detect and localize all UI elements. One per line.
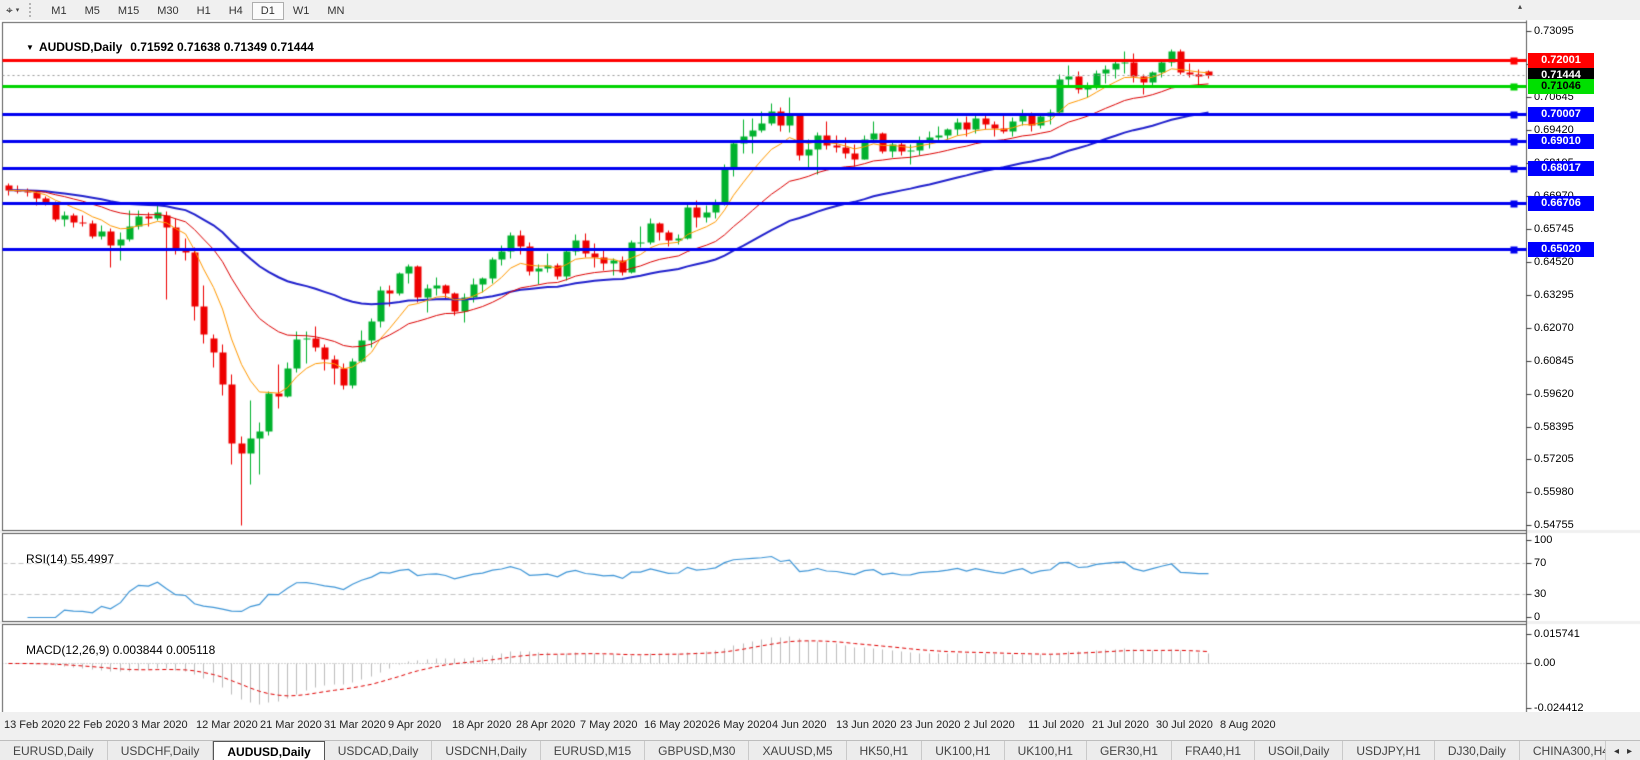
timeframe-button-d1[interactable]: D1 (252, 2, 284, 20)
chart-symbol-label: AUDUSD,Daily (39, 40, 122, 54)
chart-tab-fra40-h1[interactable]: FRA40,H1 (1172, 741, 1255, 760)
timeframe-button-h1[interactable]: H1 (188, 2, 220, 20)
price-axis-tick: 0.65745 (1534, 222, 1574, 236)
toolbar-grip (29, 3, 38, 17)
price-badge: 0.69010 (1528, 134, 1594, 149)
timeframe-button-m1[interactable]: M1 (42, 2, 75, 20)
macd-axis-tick: 0.00 (1534, 656, 1555, 670)
price-axis-tick: 0.60845 (1534, 354, 1574, 368)
price-axis-tick: 0.58395 (1534, 420, 1574, 434)
tab-scroll-left-icon[interactable]: ◂ (1610, 746, 1623, 757)
timeframe-toolbar: ⌖ ▾ M1M5M15M30H1H4D1W1MN ▴ (0, 0, 1640, 21)
chart-tab-usdchf-daily[interactable]: USDCHF,Daily (108, 741, 214, 760)
timeframe-button-w1[interactable]: W1 (284, 2, 319, 20)
date-axis-label: 4 Jun 2020 (772, 719, 826, 731)
price-axis-tick: 0.62070 (1534, 321, 1574, 335)
chart-window: ▼ AUDUSD,Daily 0.71592 0.71638 0.71349 0.7… (0, 20, 1640, 712)
price-axis-tick: 0.73095 (1534, 24, 1574, 38)
date-axis-label: 7 May 2020 (580, 719, 637, 731)
timeframe-button-h4[interactable]: H4 (220, 2, 252, 20)
date-axis-label: 3 Mar 2020 (132, 719, 188, 731)
chart-tab-uk100-h1[interactable]: UK100,H1 (922, 741, 1004, 760)
date-axis[interactable]: 13 Feb 202022 Feb 20203 Mar 2020 12 Mar 2… (0, 712, 1640, 740)
chart-title: ▼ AUDUSD,Daily 0.71592 0.71638 0.71349 0.7… (6, 26, 314, 68)
price-axis-tick: 0.55980 (1534, 485, 1574, 499)
chart-tab-audusd-daily[interactable]: AUDUSD,Daily (213, 741, 324, 760)
chart-tab-hk50-h1[interactable]: HK50,H1 (847, 741, 923, 760)
macd-values: 0.003844 0.005118 (113, 643, 216, 657)
rsi-axis-tick: 30 (1534, 587, 1546, 601)
date-axis-label: 13 Jun 2020 (836, 719, 897, 731)
date-axis-label: 21 Jul 2020 (1092, 719, 1149, 731)
chart-tab-usdjpy-h1[interactable]: USDJPY,H1 (1343, 741, 1434, 760)
date-axis-label: 11 Jul 2020 (1028, 719, 1084, 731)
price-badge: 0.68017 (1528, 161, 1594, 176)
date-axis-label: 12 Mar 2020 (196, 719, 258, 731)
date-axis-label: 26 May 2020 (708, 719, 772, 731)
timeframe-button-m5[interactable]: M5 (76, 2, 109, 20)
chart-tab-eurusd-m15[interactable]: EURUSD,M15 (541, 741, 645, 760)
chart-tab-usdcnh-daily[interactable]: USDCNH,Daily (432, 741, 540, 760)
date-axis-label: 28 Apr 2020 (516, 719, 575, 731)
date-axis-label: 2 Jul 2020 (964, 719, 1015, 731)
price-axis-tick: 0.59620 (1534, 387, 1574, 401)
chart-tab-usoil-daily[interactable]: USOil,Daily (1255, 741, 1343, 760)
price-axis-tick: 0.54755 (1534, 518, 1574, 532)
price-axis-tick: 0.57205 (1534, 452, 1574, 466)
date-axis-label: 16 May 2020 (644, 719, 708, 731)
date-axis-label: 18 Apr 2020 (452, 719, 511, 731)
price-badge: 0.70007 (1528, 107, 1594, 122)
chart-ohlc-values: 0.71592 0.71638 0.71349 0.71444 (130, 40, 314, 54)
rsi-axis-tick: 0 (1534, 610, 1540, 624)
rsi-axis-tick: 70 (1534, 556, 1546, 570)
date-axis-label: 31 Mar 2020 (324, 719, 386, 731)
date-axis-label: 23 Jun 2020 (900, 719, 961, 731)
rsi-axis-tick: 100 (1534, 533, 1552, 547)
rsi-value: 55.4997 (71, 552, 114, 566)
tab-scroll-right-icon[interactable]: ▸ (1623, 746, 1636, 757)
date-axis-label: 30 Jul 2020 (1156, 719, 1213, 731)
price-axis-tick: 0.63295 (1534, 288, 1574, 302)
rsi-name: RSI(14) (26, 552, 67, 566)
chart-tab-eurusd-daily[interactable]: EURUSD,Daily (0, 741, 108, 760)
price-badge: 0.65020 (1528, 242, 1594, 257)
chart-tab-ger30-h1[interactable]: GER30,H1 (1087, 741, 1172, 760)
date-axis-label: 9 Apr 2020 (388, 719, 441, 731)
chart-tab-dj30-daily[interactable]: DJ30,Daily (1435, 741, 1520, 760)
price-badge: 0.71046 (1528, 79, 1594, 94)
date-axis-label: 8 Aug 2020 (1220, 719, 1276, 731)
price-badge: 0.66706 (1528, 196, 1594, 211)
date-axis-label: 21 Mar 2020 (260, 719, 322, 731)
chart-tab-xauusd-m5[interactable]: XAUUSD,M5 (749, 741, 846, 760)
toolbar-overflow-icon[interactable]: ▴ (1518, 2, 1522, 11)
chart-tab-uk100-h1[interactable]: UK100,H1 (1005, 741, 1087, 760)
tab-scroll-buttons: ◂ ▸ (1605, 741, 1640, 760)
price-axis-tick: 0.64520 (1534, 255, 1574, 269)
chart-tab-bar: EURUSD,DailyUSDCHF,DailyAUDUSD,DailyUSDC… (0, 740, 1640, 760)
price-badge: 0.72001 (1528, 53, 1594, 68)
macd-name: MACD(12,26,9) (26, 643, 109, 657)
timeframe-button-m30[interactable]: M30 (148, 2, 187, 20)
date-axis-label: 22 Feb 2020 (68, 719, 130, 731)
chevron-down-icon: ▾ (16, 6, 20, 14)
mt4-window: ⌖ ▾ M1M5M15M30H1H4D1W1MN ▴ ▼ AUDUSD,Daily… (0, 0, 1640, 760)
timeframe-button-mn[interactable]: MN (318, 2, 353, 20)
price-chart-canvas[interactable] (0, 20, 1640, 712)
timeframe-buttons: M1M5M15M30H1H4D1W1MN (42, 1, 353, 20)
chart-tab-usdcad-daily[interactable]: USDCAD,Daily (325, 741, 433, 760)
macd-indicator-label: MACD(12,26,9) 0.003844 0.005118 (6, 629, 215, 671)
timeframe-button-m15[interactable]: M15 (109, 2, 148, 20)
chart-tab-gbpusd-m30[interactable]: GBPUSD,M30 (645, 741, 749, 760)
crosshair-icon: ⌖ (6, 3, 13, 18)
date-axis-label: 13 Feb 2020 (4, 719, 66, 731)
rsi-indicator-label: RSI(14) 55.4997 (6, 538, 114, 580)
macd-axis-tick: 0.015741 (1534, 627, 1580, 641)
cursor-tool-button[interactable]: ⌖ ▾ (2, 1, 23, 19)
one-click-trading-icon[interactable]: ▼ (26, 43, 34, 52)
